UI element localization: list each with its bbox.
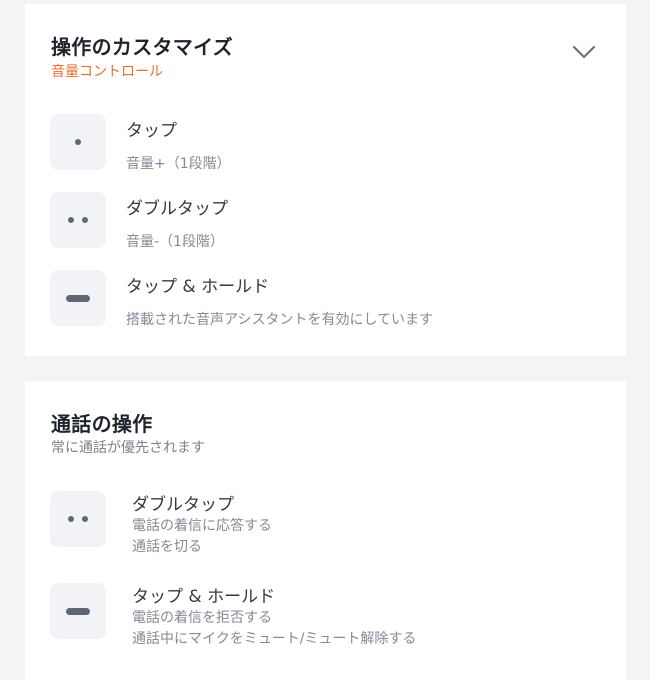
call-title: 通話の操作 <box>51 412 153 436</box>
gesture-description: 電話の着信に応答する 通話を切る <box>132 516 272 558</box>
gesture-description: 音量+（1段階） <box>126 156 231 172</box>
hold-bar-icon <box>50 270 106 326</box>
gesture-description: 搭載された音声アシスタントを有効にしています <box>126 312 434 328</box>
gesture-name: タップ <box>126 121 177 141</box>
double-dot-icon <box>50 192 106 248</box>
gesture-description: 音量-（1段階） <box>126 234 224 250</box>
double-dot-icon <box>50 491 106 547</box>
description-line: 通話中にマイクをミュート/ミュート解除する <box>132 631 417 647</box>
call-subtitle: 常に通話が優先されます <box>51 440 205 456</box>
description-line: 通話を切る <box>132 539 202 555</box>
customize-subtitle: 音量コントロール <box>51 64 163 80</box>
gesture-name: タップ & ホールド <box>132 587 276 607</box>
call-controls-card: 通話の操作 常に通話が優先されます ダブルタップ 電話の着信に応答する 通話を切… <box>25 381 626 680</box>
gesture-name: タップ & ホールド <box>126 277 270 297</box>
description-line: 電話の着信に応答する <box>132 518 272 534</box>
description-line: 電話の着信を拒否する <box>132 610 272 626</box>
single-dot-icon <box>50 114 106 170</box>
gesture-description: 電話の着信を拒否する 通話中にマイクをミュート/ミュート解除する <box>132 608 416 650</box>
customize-controls-card: 操作のカスタマイズ 音量コントロール タップ 音量+（1段階） ダブルタップ 音… <box>25 4 626 356</box>
gesture-name: ダブルタップ <box>132 495 234 515</box>
gesture-name: ダブルタップ <box>126 199 228 219</box>
hold-bar-icon <box>50 583 106 639</box>
chevron-down-icon[interactable] <box>570 42 598 62</box>
customize-title: 操作のカスタマイズ <box>51 35 234 59</box>
